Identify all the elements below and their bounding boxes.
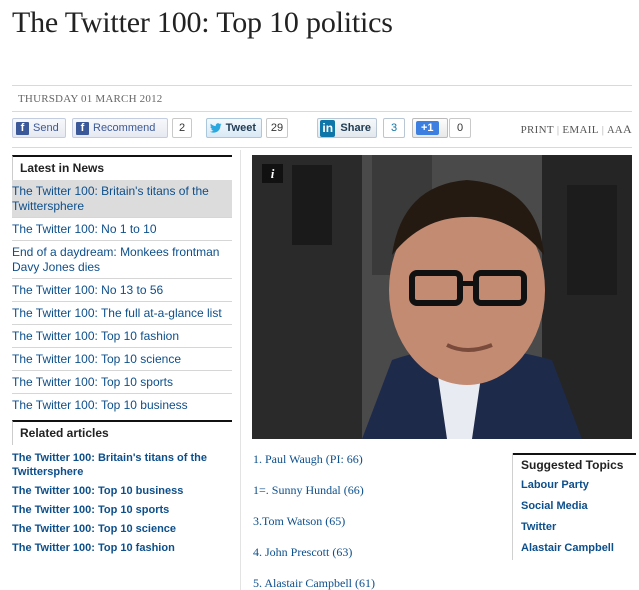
news-link[interactable]: The Twitter 100: Top 10 business [12,394,232,416]
related-link[interactable]: The Twitter 100: Top 10 science [12,520,232,539]
ranking-item: 5. Alastair Campbell (61) [253,576,375,590]
article-tools: PRINT | EMAIL | AAA [521,122,632,137]
facebook-icon: f [16,121,29,135]
print-link[interactable]: PRINT [521,124,554,136]
related-articles-heading: Related articles [12,420,232,445]
ranking-item: 1=. Sunny Hundal (66) [253,483,364,497]
recommend-label: Recommend [93,122,156,134]
topic-link[interactable]: Social Media [513,497,636,518]
google-plusone-button[interactable]: +1 [412,118,448,138]
info-icon[interactable]: i [262,164,283,183]
politician-portrait [252,155,632,439]
related-link[interactable]: The Twitter 100: Britain's titans of the… [12,449,232,482]
dateline-divider [12,111,632,112]
topic-link[interactable]: Labour Party [513,476,636,497]
plusone-count: 0 [449,118,471,138]
twitter-bird-icon [210,123,222,133]
linkedin-count: 3 [383,118,405,138]
facebook-recommend-button[interactable]: f Recommend [72,118,168,138]
header-divider [12,85,632,86]
sidebar: Latest in News The Twitter 100: Britain'… [12,155,232,558]
news-link[interactable]: The Twitter 100: No 13 to 56 [12,279,232,302]
news-link[interactable]: The Twitter 100: Top 10 sports [12,371,232,394]
latest-news-list: The Twitter 100: Britain's titans of the… [12,180,232,416]
tweet-count: 29 [266,118,288,138]
email-link[interactable]: EMAIL [562,124,598,136]
separator: | [601,124,605,136]
google-plusone-icon: +1 [416,121,439,135]
linkedin-share-button[interactable]: in Share [317,118,377,138]
suggested-topics: Suggested Topics Labour Party Social Med… [512,453,636,560]
send-label: Send [33,122,59,134]
linkedin-icon: in [320,119,336,137]
news-link[interactable]: The Twitter 100: Top 10 fashion [12,325,232,348]
news-link[interactable]: The Twitter 100: The full at-a-glance li… [12,302,232,325]
topic-link[interactable]: Alastair Campbell [513,539,636,560]
sharebar-divider [12,147,632,148]
page-title: The Twitter 100: Top 10 politics [12,6,393,39]
news-link[interactable]: The Twitter 100: Britain's titans of the… [12,180,232,218]
tweet-button[interactable]: Tweet [206,118,262,138]
facebook-send-button[interactable]: f Send [12,118,66,138]
separator: | [556,124,560,136]
topic-link[interactable]: Twitter [513,518,636,539]
news-link[interactable]: End of a daydream: Monkees frontman Davy… [12,241,232,279]
related-link[interactable]: The Twitter 100: Top 10 sports [12,501,232,520]
related-link[interactable]: The Twitter 100: Top 10 fashion [12,539,232,558]
share-bar: f Send f Recommend 2 Tweet 29 in Share 3… [12,118,632,140]
column-divider [240,150,241,590]
text-size-medium[interactable]: A [615,124,623,136]
article-photo[interactable]: i [252,155,632,439]
rankings-list: 1. Paul Waugh (PI: 66) 1=. Sunny Hundal … [253,452,375,590]
ranking-item: 4. John Prescott (63) [253,545,353,559]
latest-news-heading: Latest in News [12,155,232,180]
linkedin-share-label: Share [340,122,371,134]
dateline: THURSDAY 01 MARCH 2012 [18,93,163,105]
suggested-topics-heading: Suggested Topics [513,453,636,476]
tweet-label: Tweet [225,122,256,134]
text-size-small[interactable]: A [607,125,615,136]
facebook-icon: f [76,121,89,135]
related-link[interactable]: The Twitter 100: Top 10 business [12,482,232,501]
text-size-large[interactable]: A [623,122,632,136]
news-link[interactable]: The Twitter 100: No 1 to 10 [12,218,232,241]
ranking-item: 3.Tom Watson (65) [253,514,346,528]
recommend-count: 2 [172,118,192,138]
related-articles-list: The Twitter 100: Britain's titans of the… [12,449,232,558]
news-link[interactable]: The Twitter 100: Top 10 science [12,348,232,371]
ranking-item: 1. Paul Waugh (PI: 66) [253,452,363,466]
